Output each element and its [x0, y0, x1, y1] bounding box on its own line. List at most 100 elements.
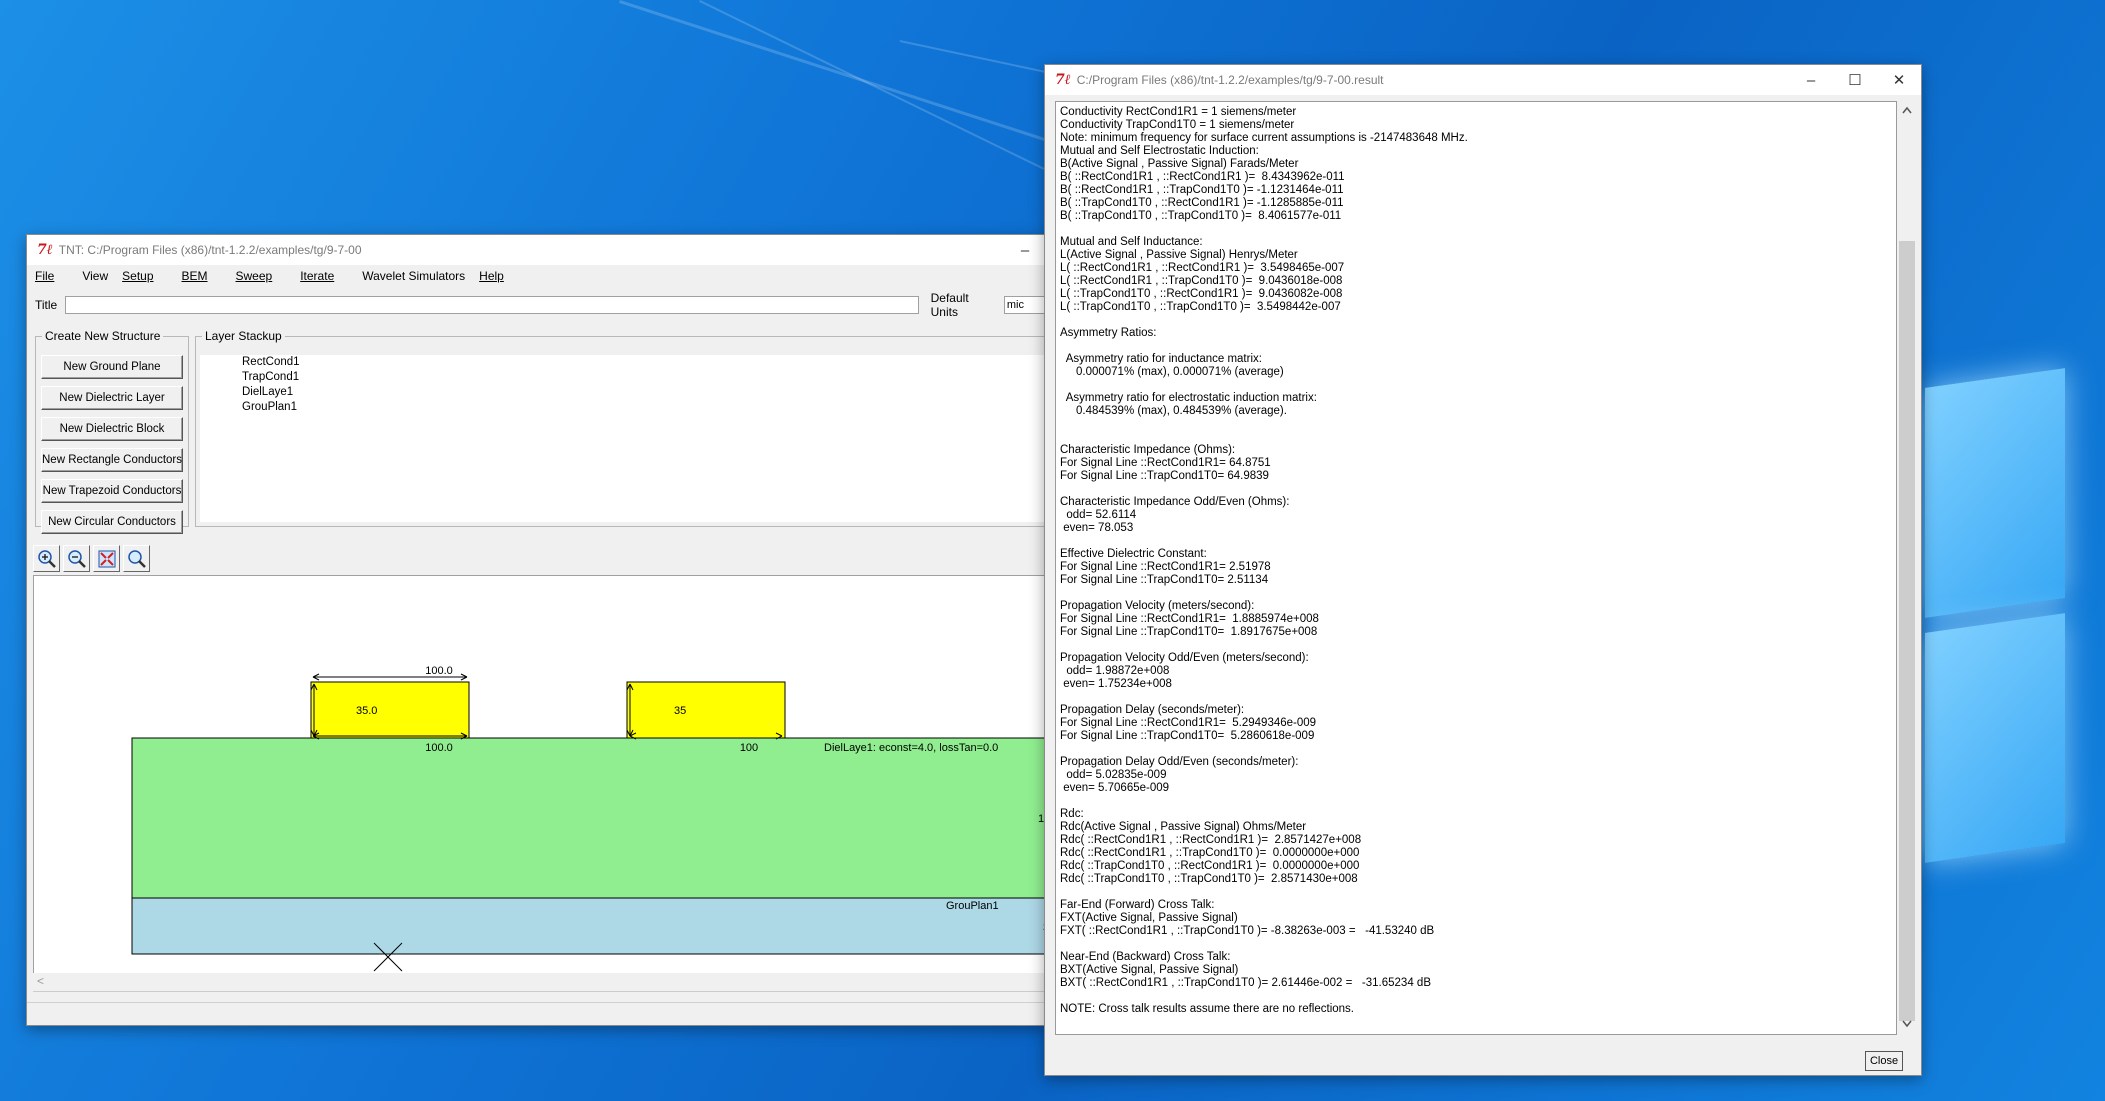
result-line: Rdc: [1060, 808, 1084, 820]
rect-height-label: 35.0 [356, 705, 377, 717]
new-dielectric-block-button[interactable]: New Dielectric Block [41, 417, 183, 441]
result-text-area[interactable]: Conductivity RectCond1R1 = 1 siemens/met… [1055, 101, 1897, 1035]
layer-item[interactable]: RectCond1 [200, 355, 1047, 370]
menu-sweep[interactable]: Sweep [236, 269, 287, 283]
menu-file[interactable]: File [35, 269, 68, 283]
tnt-titlebar: 7ℓ TNT: C:/Program Files (x86)/tnt-1.2.2… [27, 235, 1047, 265]
result-window: 7ℓ C:/Program Files (x86)/tnt-1.2.2/exam… [1044, 64, 1922, 1076]
result-line: Far-End (Forward) Cross Talk: [1060, 899, 1215, 911]
zoom-reset-icon[interactable] [123, 545, 150, 572]
status-bar [27, 1002, 1047, 1025]
create-structure-group: Create New Structure New Ground Plane Ne… [35, 329, 189, 534]
menu-bem[interactable]: BEM [182, 269, 222, 283]
menu-help[interactable]: Help [479, 269, 518, 283]
default-units-label: Default Units [930, 291, 969, 319]
result-line [1060, 418, 1896, 431]
close-icon[interactable]: ✕ [1877, 65, 1921, 95]
zoom-out-icon[interactable] [63, 545, 90, 572]
scroll-left-icon[interactable]: < [37, 974, 44, 988]
result-line: For Signal Line ::TrapCond1T0= 64.9839 [1060, 470, 1269, 482]
result-line: For Signal Line ::TrapCond1T0= 1.8917675… [1060, 626, 1318, 638]
result-line: Asymmetry ratio for electrostatic induct… [1060, 392, 1317, 404]
default-units-field[interactable]: mic [1003, 296, 1047, 314]
ground-plane-label: GrouPlan1 [946, 900, 999, 912]
minimize-icon[interactable]: – [1789, 65, 1833, 95]
layer-stackup-group: Layer Stackup RectCond1 TrapCond1 DielLa… [195, 329, 1047, 527]
close-button[interactable]: Close [1865, 1051, 1903, 1071]
result-line: For Signal Line ::RectCond1R1= 64.8751 [1060, 457, 1271, 469]
result-line: Rdc( ::RectCond1R1 , ::TrapCond1T0 )= 0.… [1060, 847, 1360, 859]
result-line: even= 78.053 [1060, 522, 1134, 534]
result-line: Note: minimum frequency for surface curr… [1060, 132, 1468, 144]
menu-iterate[interactable]: Iterate [300, 269, 348, 283]
result-line: For Signal Line ::TrapCond1T0= 2.51134 [1060, 574, 1269, 586]
result-line: Propagation Velocity (meters/second): [1060, 600, 1255, 612]
trap-conductor [626, 681, 786, 739]
windows-logo [1925, 368, 2065, 863]
result-line: L( ::RectCond1R1 , ::RectCond1R1 )= 3.54… [1060, 262, 1345, 274]
zoom-toolbar [33, 545, 153, 572]
result-line: odd= 52.6114 [1060, 509, 1137, 521]
scroll-thumb[interactable] [1899, 241, 1915, 1021]
tk-feather-icon: 7ℓ [1055, 71, 1071, 88]
result-line: 0.000071% (max), 0.000071% (average) [1060, 366, 1284, 378]
title-row: Title Default Units mic [35, 291, 1047, 319]
dielectric-label: DielLaye1: econst=4.0, lossTan=0.0 [824, 742, 998, 754]
result-line: BXT( ::RectCond1R1 , ::TrapCond1T0 )= 2.… [1060, 977, 1431, 989]
new-dielectric-layer-button[interactable]: New Dielectric Layer [41, 386, 183, 410]
result-line [1060, 743, 1896, 756]
result-line: Mutual and Self Inductance: [1060, 236, 1203, 248]
zoom-fit-icon[interactable] [93, 545, 120, 572]
structure-canvas[interactable]: 100.0 35.0 100.0 35 100 DielLaye1: econs… [33, 575, 1047, 975]
tk-feather-icon: 7ℓ [37, 241, 53, 258]
result-line [1060, 340, 1896, 353]
title-input[interactable] [65, 296, 919, 314]
trap-width-bottom-label: 100 [740, 742, 758, 754]
menu-bar: File View Setup BEM Sweep Iterate Wavele… [27, 265, 1047, 287]
menu-setup[interactable]: Setup [122, 269, 167, 283]
result-line: BXT(Active Signal, Passive Signal) [1060, 964, 1239, 976]
result-line [1060, 483, 1896, 496]
result-line [1060, 535, 1896, 548]
menu-wavelet-simulators[interactable]: Wavelet Simulators [362, 269, 465, 283]
tnt-main-window: 7ℓ TNT: C:/Program Files (x86)/tnt-1.2.2… [26, 234, 1048, 1026]
result-line [1060, 990, 1896, 1003]
minimize-icon[interactable]: – [1003, 235, 1047, 265]
result-line: Conductivity TrapCond1T0 = 1 siemens/met… [1060, 119, 1295, 131]
result-line: B(Active Signal , Passive Signal) Farads… [1060, 158, 1299, 170]
zoom-in-icon[interactable] [33, 545, 60, 572]
result-line: 0.484539% (max), 0.484539% (average). [1060, 405, 1287, 417]
result-text: Conductivity RectCond1R1 = 1 siemens/met… [1056, 102, 1896, 1016]
create-structure-legend: Create New Structure [45, 329, 161, 343]
rect-width-bottom-label: 100.0 [425, 742, 453, 754]
result-line: B( ::RectCond1R1 , ::TrapCond1T0 )= -1.1… [1060, 184, 1344, 196]
layer-stackup-legend: Layer Stackup [205, 329, 282, 343]
result-line: Effective Dielectric Constant: [1060, 548, 1207, 560]
maximize-icon[interactable]: ☐ [1833, 65, 1877, 95]
layer-item[interactable]: TrapCond1 [200, 370, 1047, 385]
new-trapezoid-conductors-button[interactable]: New Trapezoid Conductors [41, 479, 183, 503]
result-line [1060, 431, 1896, 444]
result-line: L( ::TrapCond1T0 , ::RectCond1R1 )= 9.04… [1060, 288, 1343, 300]
result-line: Asymmetry Ratios: [1060, 327, 1157, 339]
result-line [1060, 587, 1896, 600]
result-line [1060, 886, 1896, 899]
result-line: odd= 5.02835e-009 [1060, 769, 1167, 781]
layer-item[interactable]: GrouPlan1 [200, 400, 1047, 415]
rect-width-top-label: 100.0 [425, 665, 453, 677]
dielectric-layer [131, 737, 1046, 899]
result-line: FXT( ::RectCond1R1 , ::TrapCond1T0 )= -8… [1060, 925, 1435, 937]
new-circular-conductors-button[interactable]: New Circular Conductors [41, 510, 183, 534]
canvas-horizontal-scrollbar[interactable]: < [33, 973, 1047, 992]
result-line: FXT(Active Signal, Passive Signal) [1060, 912, 1238, 924]
result-line: NOTE: Cross talk results assume there ar… [1060, 1003, 1354, 1015]
result-line: Mutual and Self Electrostatic Induction: [1060, 145, 1259, 157]
result-vertical-scrollbar[interactable] [1897, 101, 1917, 1033]
menu-view[interactable]: View [82, 269, 108, 283]
result-line: For Signal Line ::RectCond1R1= 5.2949346… [1060, 717, 1317, 729]
title-label: Title [35, 298, 58, 312]
new-ground-plane-button[interactable]: New Ground Plane [41, 355, 183, 379]
layer-item[interactable]: DielLaye1 [200, 385, 1047, 400]
new-rectangle-conductors-button[interactable]: New Rectangle Conductors [41, 448, 183, 472]
result-line: even= 1.75234e+008 [1060, 678, 1172, 690]
